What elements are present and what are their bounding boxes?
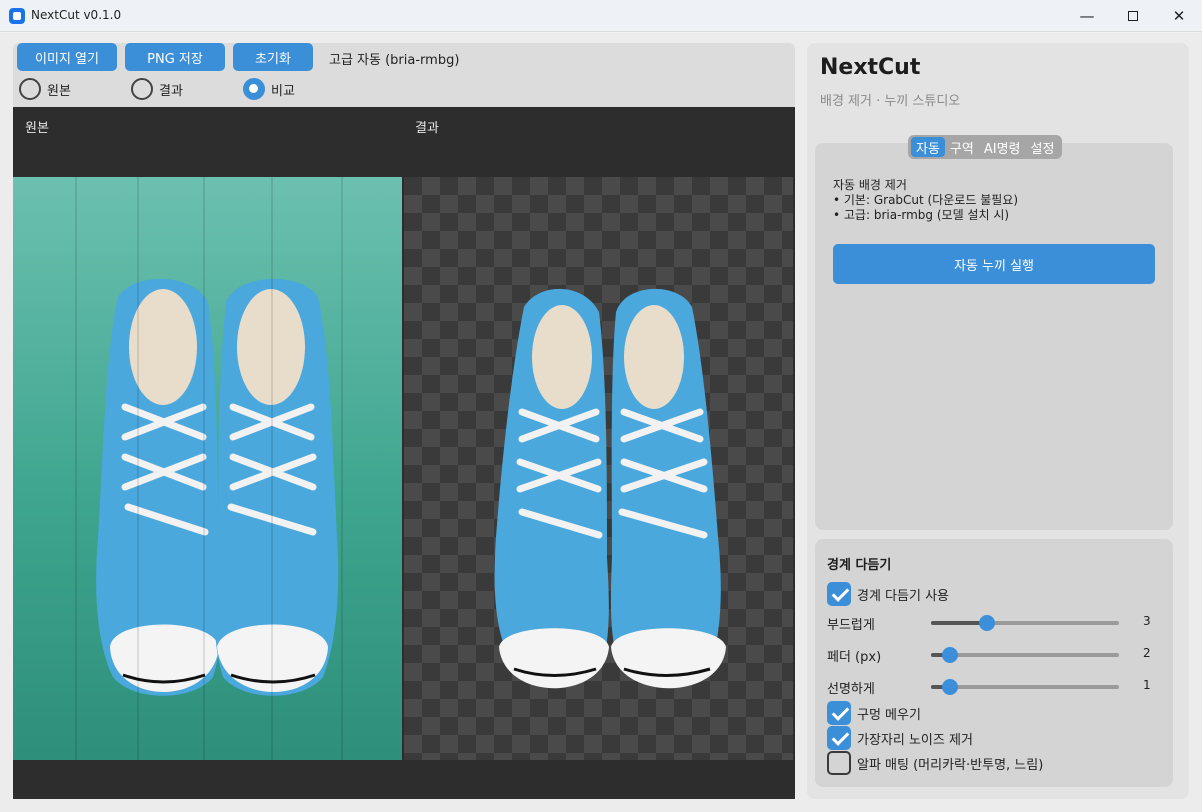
minimize-button[interactable]: — — [1064, 0, 1110, 32]
checkbox-label: 알파 매팅 (머리카락·반투명, 느림) — [857, 757, 1044, 773]
reset-button[interactable]: 초기화 — [233, 43, 313, 71]
tab-content-card: 자동 구역 AI명령 설정 자동 배경 제거 • 기본: GrabCut (다운… — [815, 135, 1173, 530]
radio-indicator — [19, 78, 41, 100]
image-viewer[interactable]: 원본 결과 — [13, 107, 795, 799]
checkbox-label: 구멍 메우기 — [857, 707, 921, 723]
slider-thumb[interactable] — [941, 647, 958, 663]
checkbox-indicator — [827, 726, 851, 750]
fill-holes-checkbox[interactable]: 구멍 메우기 — [827, 701, 921, 725]
close-button[interactable]: ✕ — [1156, 0, 1202, 32]
slider-label: 선명하게 — [827, 682, 875, 697]
smooth-slider-row: 부드럽게 3 — [827, 612, 1157, 633]
radio-indicator — [243, 78, 265, 100]
slider-value: 3 — [1143, 614, 1151, 628]
main-area: 이미지 열기 PNG 저장 초기화 고급 자동 (bria-rmbg) 원본 결… — [0, 33, 1202, 812]
tab-region[interactable]: 구역 — [945, 137, 979, 157]
checkbox-indicator — [827, 701, 851, 725]
mode-status: 고급 자동 (bria-rmbg) — [329, 53, 460, 68]
view-mode-original[interactable]: 원본 — [19, 78, 71, 100]
tab-ai-command[interactable]: AI명령 — [979, 137, 1026, 157]
app-icon — [9, 8, 25, 24]
title-bar: NextCut v0.1.0 — ✕ — [0, 0, 1202, 32]
feather-slider-row: 페더 (px) 2 — [827, 644, 1157, 665]
radio-indicator — [131, 78, 153, 100]
brand-subtitle: 배경 제거 · 누끼 스튜디오 — [820, 94, 961, 109]
minimize-icon: — — [1079, 7, 1095, 25]
sneakers-illustration — [96, 278, 339, 696]
slider-thumb[interactable] — [979, 615, 996, 631]
use-refine-checkbox[interactable]: 경계 다듬기 사용 — [827, 582, 949, 606]
checkbox-label: 가장자리 노이즈 제거 — [857, 732, 973, 748]
sharpen-slider[interactable] — [931, 679, 1119, 695]
edge-refine-title: 경계 다듬기 — [827, 558, 892, 573]
feather-slider[interactable] — [931, 647, 1119, 663]
view-mode-compare[interactable]: 비교 — [243, 78, 295, 100]
window-title: NextCut v0.1.0 — [31, 8, 122, 22]
maximize-button[interactable] — [1110, 0, 1156, 32]
slider-thumb[interactable] — [941, 679, 958, 695]
sneakers-cutout-illustration — [494, 288, 726, 689]
auto-desc-basic: • 기본: GrabCut (다운로드 불필요) — [833, 193, 1018, 207]
view-mode-result[interactable]: 결과 — [131, 78, 183, 100]
sharpen-slider-row: 선명하게 1 — [827, 676, 1157, 697]
run-auto-cutout-button[interactable]: 자동 누끼 실행 — [833, 244, 1155, 284]
auto-desc-advanced: • 고급: bria-rmbg (모델 설치 시) — [833, 208, 1010, 222]
denoise-edge-checkbox[interactable]: 가장자리 노이즈 제거 — [827, 726, 973, 750]
checkbox-indicator — [827, 751, 851, 775]
original-pane-label: 원본 — [25, 121, 49, 136]
slider-label: 부드럽게 — [827, 618, 875, 633]
save-png-button[interactable]: PNG 저장 — [125, 43, 225, 71]
mode-tabs: 자동 구역 AI명령 설정 — [908, 135, 1063, 159]
open-image-button[interactable]: 이미지 열기 — [17, 43, 117, 71]
checkbox-indicator — [827, 582, 851, 606]
tab-settings[interactable]: 설정 — [1026, 137, 1060, 157]
slider-value: 2 — [1143, 646, 1151, 660]
maximize-icon — [1128, 11, 1138, 21]
auto-desc-title: 자동 배경 제거 — [833, 178, 907, 192]
radio-label: 결과 — [159, 83, 183, 99]
radio-label: 원본 — [47, 83, 71, 99]
smooth-slider[interactable] — [931, 615, 1119, 631]
editor-panel: 이미지 열기 PNG 저장 초기화 고급 자동 (bria-rmbg) 원본 결… — [13, 43, 795, 799]
checkbox-label: 경계 다듬기 사용 — [857, 588, 949, 604]
edge-refine-card: 경계 다듬기 경계 다듬기 사용 부드럽게 3 페더 (px) 2 선명하게 1… — [815, 539, 1173, 787]
brand-title: NextCut — [820, 55, 921, 80]
slider-value: 1 — [1143, 678, 1151, 692]
control-sidebar: NextCut 배경 제거 · 누끼 스튜디오 자동 구역 AI명령 설정 자동… — [807, 43, 1189, 799]
result-pane-label: 결과 — [415, 121, 439, 136]
result-image — [404, 177, 793, 760]
close-icon: ✕ — [1172, 7, 1186, 25]
auto-description: 자동 배경 제거 • 기본: GrabCut (다운로드 불필요) • 고급: … — [833, 178, 1018, 223]
slider-label: 페더 (px) — [827, 650, 882, 665]
radio-label: 비교 — [271, 83, 295, 99]
alpha-matting-checkbox[interactable]: 알파 매팅 (머리카락·반투명, 느림) — [827, 751, 1043, 775]
original-image — [13, 177, 402, 760]
tab-auto[interactable]: 자동 — [911, 137, 945, 157]
